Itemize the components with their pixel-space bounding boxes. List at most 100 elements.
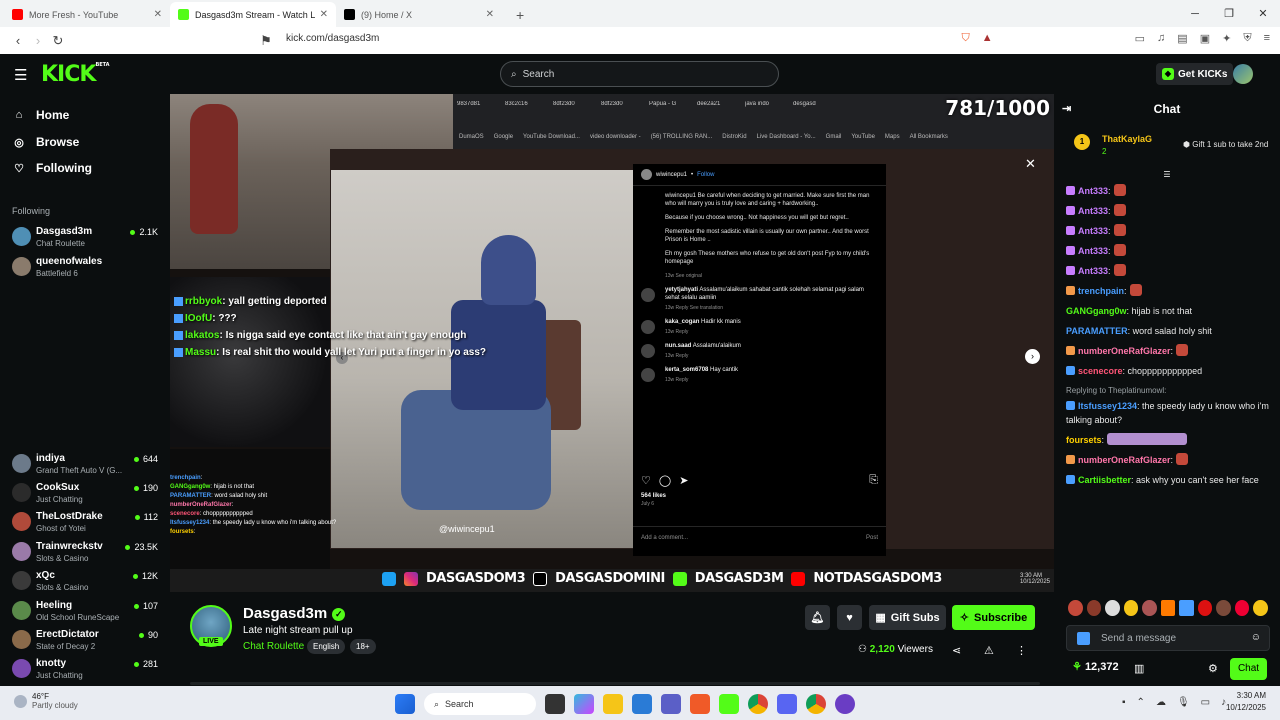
- expand-pinned-icon[interactable]: ☰: [1054, 170, 1280, 180]
- notifications-button[interactable]: 🔔︎: [805, 605, 830, 630]
- store-icon[interactable]: ▥: [1134, 662, 1144, 675]
- chat-username[interactable]: Ant333: [1078, 266, 1108, 276]
- back-icon[interactable]: ‹: [8, 33, 28, 48]
- chat-settings-icon[interactable]: ⚙: [1208, 662, 1218, 675]
- gift-subs-button[interactable]: ▦ Gift Subs: [869, 605, 946, 630]
- minimize-icon[interactable]: ─: [1178, 0, 1212, 27]
- cloud-icon[interactable]: ☁: [1156, 697, 1166, 708]
- microphone-icon[interactable]: 🎙︎: [1177, 697, 1190, 708]
- chrome-icon[interactable]: [806, 694, 826, 714]
- nav-home[interactable]: ⌂ Home: [12, 108, 70, 122]
- emote-icon[interactable]: [1160, 600, 1176, 616]
- chat-username[interactable]: PARAMATTER: [1066, 326, 1128, 336]
- report-icon[interactable]: ⚠: [984, 644, 994, 657]
- chat-username[interactable]: Cartiisbetter: [1078, 475, 1131, 485]
- reply-context[interactable]: Replying to Theplatinumowl:: [1066, 384, 1271, 398]
- chat-username[interactable]: Ant333: [1078, 226, 1108, 236]
- emote-icon[interactable]: [1086, 600, 1102, 616]
- chevron-up-icon[interactable]: ⌃: [1137, 697, 1145, 708]
- chat-username[interactable]: numberOneRafGlazer: [1078, 455, 1171, 465]
- sidebar-channel[interactable]: xQc Slots & Casino 12K: [12, 568, 162, 596]
- emote-icon[interactable]: [1105, 600, 1120, 616]
- streamer-name[interactable]: Dasgasd3m ✓: [243, 605, 346, 622]
- vpn-icon[interactable]: ⛨: [1243, 32, 1251, 45]
- chat-username[interactable]: Ant333: [1078, 206, 1108, 216]
- menu-hamburger-icon[interactable]: ☰: [14, 66, 27, 84]
- sidebar-channel[interactable]: queenofwales Battlefield 6: [12, 254, 162, 282]
- chat-username[interactable]: numberOneRafGlazer: [1078, 346, 1171, 356]
- windows-start-icon[interactable]: [395, 694, 415, 714]
- brave-shield-icon[interactable]: ⛉: [962, 32, 970, 45]
- chat-username[interactable]: GANGgang0w: [1066, 306, 1127, 316]
- collapse-chat-icon[interactable]: ⇥: [1062, 94, 1071, 124]
- video-player[interactable]: 9837d81 83c2c16 8df23d0 8df23d0 Papua - …: [170, 94, 1054, 592]
- emote-icon[interactable]: [1234, 600, 1250, 616]
- reload-icon[interactable]: ↻: [48, 33, 68, 49]
- chat-username[interactable]: Ant333: [1078, 246, 1108, 256]
- kicks-balance[interactable]: ⚘ 12,372: [1072, 660, 1119, 673]
- sidebar-channel[interactable]: Trainwreckstv Slots & Casino 23.5K: [12, 539, 162, 567]
- emote-icon[interactable]: [1068, 600, 1083, 616]
- sidebar-channel[interactable]: Dasgasd3m Chat Roulette 2.1K: [12, 224, 162, 252]
- weather-widget[interactable]: 46°F Partly cloudy: [14, 692, 78, 710]
- brave-icon[interactable]: [690, 694, 710, 714]
- sidebar-channel[interactable]: indiya Grand Theft Auto V (G... 644: [12, 451, 162, 479]
- emote-icon[interactable]: [1123, 600, 1139, 616]
- close-tab-icon[interactable]: ✕: [154, 9, 162, 20]
- gift-prompt[interactable]: ⬢ Gift 1 sub to take 2nd: [1183, 140, 1280, 149]
- file-explorer-icon[interactable]: [603, 694, 623, 714]
- url-field[interactable]: kick.com/dasgasd3m: [286, 33, 379, 44]
- stream-category-link[interactable]: Chat Roulette: [243, 641, 304, 652]
- horizontal-scrollbar[interactable]: [190, 682, 1040, 685]
- emoji-picker-icon[interactable]: ☺: [1251, 632, 1261, 643]
- emote-icon[interactable]: [1142, 600, 1157, 616]
- wallet-icon[interactable]: ▣: [1200, 32, 1210, 45]
- store-app-icon[interactable]: [632, 694, 652, 714]
- reader-icon[interactable]: ▤: [1177, 32, 1187, 45]
- sidebar-toggle-icon[interactable]: ▭: [1135, 32, 1145, 45]
- taskbar-search[interactable]: ⌕ Search: [424, 693, 536, 715]
- kick-logo[interactable]: KICKBETA: [41, 62, 110, 87]
- network-icon[interactable]: ▭: [1201, 697, 1210, 708]
- emote-icon[interactable]: [1216, 600, 1231, 616]
- music-icon[interactable]: ♫: [1157, 32, 1165, 45]
- chat-username[interactable]: foursets: [1066, 435, 1102, 445]
- subscribe-button[interactable]: ✧ Subscribe: [952, 605, 1035, 630]
- copilot-icon[interactable]: [574, 694, 594, 714]
- ai-icon[interactable]: ✦: [1222, 32, 1231, 45]
- close-tab-icon[interactable]: ✕: [320, 9, 328, 20]
- new-tab-icon[interactable]: +: [516, 2, 524, 27]
- share-icon[interactable]: ⋖: [952, 644, 961, 657]
- browser-tab[interactable]: (9) Home / X ✕: [336, 2, 502, 27]
- tag-language[interactable]: English: [307, 639, 346, 654]
- emote-icon[interactable]: [1253, 600, 1269, 616]
- rewards-icon[interactable]: ▲: [982, 32, 993, 45]
- system-clock[interactable]: 3:30 AM 10/12/2025: [1226, 690, 1266, 714]
- search-input[interactable]: ⌕ Search: [500, 61, 779, 87]
- nav-browse[interactable]: ◎ Browse: [12, 135, 79, 149]
- get-kicks-button[interactable]: ◆ Get KICKs: [1156, 63, 1234, 85]
- forward-icon[interactable]: ›: [28, 33, 48, 48]
- discord-icon[interactable]: [777, 694, 797, 714]
- sidebar-channel[interactable]: Heeling Old School RuneScape 107: [12, 598, 162, 626]
- sidebar-channel[interactable]: CookSux Just Chatting 190: [12, 480, 162, 508]
- kick-app-icon[interactable]: [719, 694, 739, 714]
- emote-icon[interactable]: [1197, 600, 1213, 616]
- obs-icon[interactable]: [835, 694, 855, 714]
- chat-send-button[interactable]: Chat: [1230, 658, 1267, 680]
- chat-message-input[interactable]: Send a message ☺: [1066, 625, 1270, 651]
- maximize-icon[interactable]: ❐: [1212, 0, 1246, 27]
- task-view-icon[interactable]: [545, 694, 565, 714]
- browser-tab[interactable]: More Fresh - YouTube ✕: [4, 2, 170, 27]
- teams-icon[interactable]: [661, 694, 681, 714]
- close-window-icon[interactable]: ✕: [1246, 0, 1280, 27]
- sidebar-channel[interactable]: TheLostDrake Ghost of Yotei 112: [12, 509, 162, 537]
- menu-icon[interactable]: ≡: [1264, 32, 1270, 45]
- browser-tab-active[interactable]: Dasgasd3m Stream - Watch L ✕: [170, 2, 336, 27]
- chrome-icon[interactable]: [748, 694, 768, 714]
- close-tab-icon[interactable]: ✕: [486, 9, 494, 20]
- chat-username[interactable]: trenchpain: [1078, 286, 1124, 296]
- tray-app-icon[interactable]: ▪: [1122, 697, 1126, 708]
- profile-avatar[interactable]: [1233, 64, 1253, 84]
- chat-username[interactable]: scenecore: [1078, 366, 1123, 376]
